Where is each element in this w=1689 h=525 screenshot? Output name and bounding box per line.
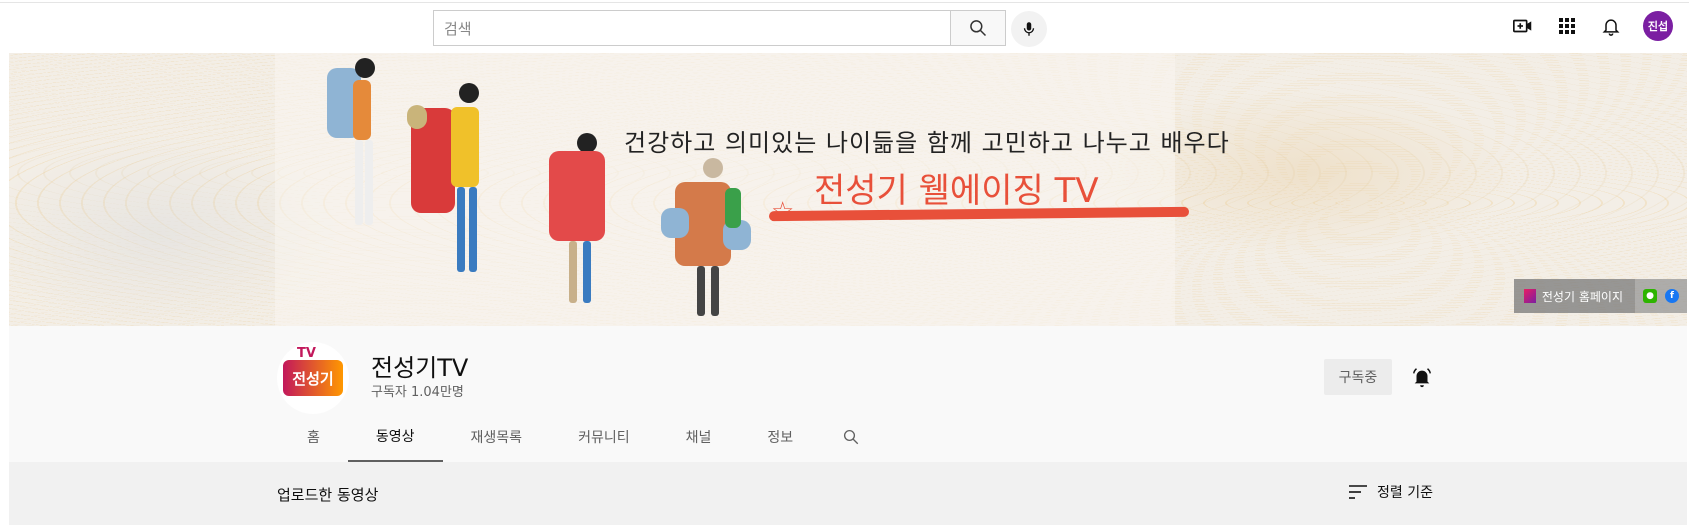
channel-logo-text: 전성기 [292, 369, 334, 388]
sort-button[interactable]: 정렬 기준 [1349, 482, 1433, 502]
channel-name: 전성기TV [371, 354, 469, 382]
notification-bell-button[interactable] [1409, 364, 1435, 390]
search-button[interactable] [950, 10, 1006, 46]
section-title: 업로드한 동영상 [277, 486, 379, 504]
kakao-link-icon[interactable]: ● [1643, 289, 1657, 303]
banner-title: 전성기 웰에이징 TV [814, 171, 1099, 211]
homepage-link[interactable]: 전성기 홈페이지 [1513, 279, 1635, 313]
account-avatar[interactable]: 진섭 [1643, 11, 1673, 41]
tab-channels[interactable]: 채널 [658, 412, 740, 462]
notifications-button[interactable] [1599, 14, 1623, 38]
banner-tagline: 건강하고 의미있는 나이듦을 함께 고민하고 나누고 배우다 [624, 129, 1230, 157]
bell-ring-icon [1413, 368, 1431, 388]
voice-search-button[interactable] [1011, 11, 1047, 47]
channel-header: TV 전성기 전성기TV 구독자 1.04만명 구독중 홈 동영상 재생목록 커… [9, 326, 1687, 462]
microphone-icon [1023, 22, 1035, 36]
masthead: 검색 진섭 [0, 3, 1689, 53]
hiker-figure [659, 158, 759, 326]
hiker-figure [407, 83, 507, 283]
tab-videos[interactable]: 동영상 [347, 412, 443, 462]
tab-playlists[interactable]: 재생목록 [443, 412, 551, 462]
channel-tabs: 홈 동영상 재생목록 커뮤니티 채널 정보 [279, 412, 881, 462]
homepage-link-label: 전성기 홈페이지 [1541, 289, 1623, 304]
channel-search-button[interactable] [821, 412, 881, 462]
channel-banner: 건강하고 의미있는 나이듦을 함께 고민하고 나누고 배우다 전성기 웰에이징 … [9, 53, 1687, 326]
social-links: ● f [1635, 279, 1687, 313]
sort-icon [1349, 485, 1367, 499]
apps-grid-icon [1559, 18, 1575, 34]
tab-home[interactable]: 홈 [279, 412, 348, 462]
masthead-actions: 진섭 [1511, 11, 1673, 41]
channel-avatar[interactable]: TV 전성기 [277, 342, 349, 414]
channel-logo-tv: TV [297, 346, 316, 361]
search-input[interactable]: 검색 [433, 10, 950, 46]
banner-links: 전성기 홈페이지 ● f [1513, 279, 1687, 313]
subscribed-button[interactable]: 구독중 [1324, 359, 1392, 395]
channel-logo: TV 전성기 [283, 346, 343, 396]
hiker-figure [537, 133, 627, 313]
video-camera-plus-icon [1513, 19, 1532, 33]
apps-button[interactable] [1555, 14, 1579, 38]
sort-label: 정렬 기준 [1377, 485, 1433, 501]
search-icon [844, 429, 859, 445]
homepage-logo-icon [1523, 289, 1536, 303]
tab-community[interactable]: 커뮤니티 [550, 412, 658, 462]
videos-section: 업로드한 동영상 정렬 기준 [9, 462, 1687, 525]
create-video-button[interactable] [1511, 14, 1535, 38]
search-icon [970, 20, 987, 37]
hiker-figure [319, 58, 389, 238]
bell-icon [1602, 19, 1620, 36]
tab-about[interactable]: 정보 [739, 412, 821, 462]
facebook-link-icon[interactable]: f [1665, 289, 1679, 303]
subscriber-count: 구독자 1.04만명 [371, 385, 464, 400]
search-bar: 검색 [433, 10, 1006, 46]
